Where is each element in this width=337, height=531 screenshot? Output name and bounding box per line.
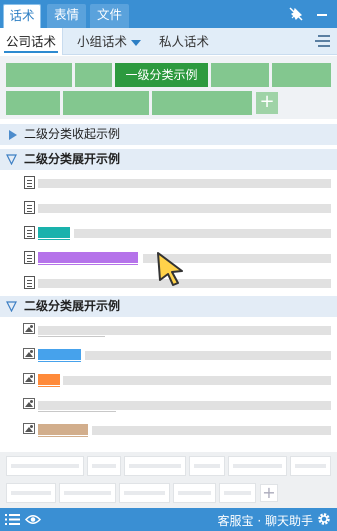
panel-button[interactable] xyxy=(124,456,186,476)
list-item[interactable] xyxy=(0,394,337,419)
category-label: 一级分类示例 xyxy=(125,68,198,82)
tab-biaoqing[interactable]: 表情 xyxy=(47,4,86,28)
subtab-company[interactable]: 公司话术 xyxy=(0,28,64,55)
panel-button[interactable] xyxy=(119,483,170,503)
document-icon xyxy=(24,276,35,289)
document-icon xyxy=(24,226,35,239)
panel-button[interactable] xyxy=(219,483,256,503)
tag-underline xyxy=(38,411,116,412)
image-icon xyxy=(23,373,35,384)
color-tag-purple xyxy=(38,252,138,263)
list-item[interactable] xyxy=(0,419,337,444)
text-placeholder xyxy=(38,204,331,213)
tab-huashu[interactable]: 话术 xyxy=(3,4,41,28)
section-label: 二级分类收起示例 xyxy=(24,127,121,141)
subtab-private[interactable]: 私人话术 xyxy=(159,28,209,55)
text-placeholder xyxy=(63,376,331,385)
panel-button[interactable] xyxy=(87,456,121,476)
add-button[interactable]: + xyxy=(260,484,278,502)
tab-label: 表情 xyxy=(53,7,79,22)
document-icon xyxy=(24,176,35,189)
tag-underline xyxy=(38,336,105,337)
category-item[interactable] xyxy=(152,91,252,115)
category-item[interactable] xyxy=(6,91,60,115)
category-grid: 一级分类示例 + xyxy=(0,56,337,119)
panel-button[interactable] xyxy=(6,483,56,503)
section-label: 二级分类展开示例 xyxy=(24,152,121,166)
image-icon xyxy=(23,398,35,409)
image-icon xyxy=(23,323,35,334)
collapse-arrow-icon xyxy=(6,154,17,165)
panel-button[interactable] xyxy=(6,456,84,476)
section-expanded[interactable]: 二级分类展开示例 xyxy=(0,296,337,317)
section-expanded[interactable]: 二级分类展开示例 xyxy=(0,149,337,170)
gear-icon[interactable] xyxy=(317,512,331,526)
category-item[interactable] xyxy=(63,91,149,115)
color-tag-orange xyxy=(38,374,60,385)
list-item[interactable] xyxy=(0,369,337,394)
chevron-down-icon xyxy=(131,39,142,46)
subtab-label: 私人话术 xyxy=(159,34,210,49)
collapse-arrow-icon xyxy=(6,301,17,312)
add-category-button[interactable]: + xyxy=(256,92,278,114)
text-placeholder xyxy=(74,229,331,238)
category-item[interactable] xyxy=(6,63,72,87)
category-item[interactable] xyxy=(272,63,331,87)
section-collapsed[interactable]: 二级分类收起示例 xyxy=(0,124,337,145)
category-item-selected[interactable]: 一级分类示例 xyxy=(115,63,208,87)
image-icon xyxy=(23,423,35,434)
menu-icon[interactable] xyxy=(315,35,330,48)
text-placeholder xyxy=(92,426,331,435)
category-item[interactable] xyxy=(75,63,112,87)
sub-tab-bar: 公司话术 小组话术 私人话术 xyxy=(0,28,337,55)
pin-off-icon[interactable] xyxy=(287,5,305,23)
panel-button[interactable] xyxy=(290,456,331,476)
color-tag-blue xyxy=(38,349,81,360)
bottom-panel: + xyxy=(0,452,337,508)
category-item[interactable] xyxy=(211,63,269,87)
footer-brand: 客服宝 · 聊天助手 xyxy=(217,514,313,528)
tag-underline xyxy=(38,361,81,362)
document-icon xyxy=(24,251,35,264)
list-icon[interactable] xyxy=(5,513,20,526)
color-tag-tan xyxy=(38,424,88,435)
list-item[interactable] xyxy=(0,222,337,247)
list-item[interactable] xyxy=(0,344,337,369)
tab-label: 文件 xyxy=(96,7,122,22)
text-placeholder xyxy=(38,179,331,188)
panel-button[interactable] xyxy=(173,483,216,503)
subtab-label: 小组话术 xyxy=(77,34,128,49)
text-placeholder xyxy=(38,326,331,335)
tag-underline xyxy=(38,239,70,240)
subtab-label: 公司话术 xyxy=(6,34,57,49)
subtab-group[interactable]: 小组话术 xyxy=(77,28,142,55)
tag-underline xyxy=(38,386,60,387)
color-tag-teal xyxy=(38,227,70,238)
tab-label: 话术 xyxy=(9,8,35,23)
list-item[interactable] xyxy=(0,197,337,222)
list-item[interactable] xyxy=(0,319,337,344)
tag-underline xyxy=(38,436,88,437)
minimize-icon[interactable] xyxy=(313,5,331,23)
text-placeholder xyxy=(38,401,331,410)
image-icon xyxy=(23,348,35,359)
cursor-arrow-icon xyxy=(157,252,183,286)
section-label: 二级分类展开示例 xyxy=(24,299,121,313)
tab-wenjian[interactable]: 文件 xyxy=(90,4,129,28)
document-icon xyxy=(24,201,35,214)
panel-button[interactable] xyxy=(189,456,225,476)
panel-button[interactable] xyxy=(228,456,287,476)
footer-bar: 客服宝 · 聊天助手 xyxy=(0,508,337,531)
expand-arrow-icon xyxy=(9,130,17,140)
eye-icon[interactable] xyxy=(25,512,41,527)
panel-button[interactable] xyxy=(59,483,116,503)
top-tab-bar: 话术 表情 文件 xyxy=(0,0,337,28)
text-placeholder xyxy=(85,351,331,360)
active-underline xyxy=(4,51,59,53)
tag-underline xyxy=(38,264,138,265)
list-item[interactable] xyxy=(0,172,337,197)
